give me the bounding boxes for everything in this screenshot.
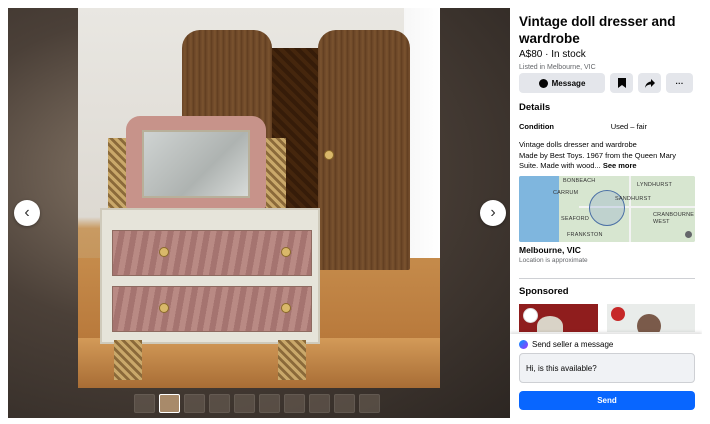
messenger-icon — [519, 340, 528, 349]
listing-photo[interactable] — [78, 8, 440, 388]
listing-detail-panel: Vintage doll dresser and wardrobe A$80 ·… — [510, 8, 702, 418]
location-name: Melbourne, VIC — [519, 245, 581, 255]
description-text: Suite. Made with wood... — [519, 161, 601, 170]
map-label: CARRUM — [553, 190, 579, 196]
map-road — [629, 176, 631, 242]
dresser-leg-left — [114, 340, 142, 380]
dresser-drawer-top — [112, 230, 312, 276]
dresser-body — [100, 208, 320, 344]
see-more-link[interactable]: See more — [603, 161, 637, 170]
location-map[interactable]: BONBEACH CARRUM LYNDHURST SANDHURST SEAF… — [519, 176, 695, 242]
thumbnail[interactable] — [359, 394, 380, 413]
listing-description: Vintage dolls dresser and wardrobe Made … — [519, 140, 697, 172]
divider — [519, 278, 695, 279]
dresser-side-lattice-right — [266, 138, 286, 218]
action-bar: Message ··· — [519, 73, 693, 93]
drawer-knob — [159, 247, 169, 257]
thumbnail-strip — [134, 394, 380, 414]
dresser-drawer-bottom — [112, 286, 312, 332]
map-label: LYNDHURST — [637, 182, 673, 188]
dresser-leg-right — [278, 340, 306, 380]
dresser-mirror — [142, 130, 250, 198]
drawer-knob — [159, 303, 169, 313]
drawer-knob — [281, 303, 291, 313]
message-button-label: Message — [551, 78, 586, 88]
image-viewer: ‹ › — [8, 8, 510, 418]
listing-location-line: Listed in Melbourne, VIC — [519, 64, 596, 71]
chevron-right-icon[interactable]: › — [480, 200, 506, 226]
chevron-left-icon[interactable]: ‹ — [14, 200, 40, 226]
ad-image — [537, 316, 563, 332]
drawer-knob — [281, 247, 291, 257]
send-button[interactable]: Send — [519, 391, 695, 410]
wardrobe-knob — [324, 150, 334, 160]
thumbnail[interactable] — [184, 394, 205, 413]
message-button[interactable]: Message — [519, 73, 605, 93]
description-line: Suite. Made with wood... See more — [519, 161, 697, 172]
more-icon: ··· — [675, 78, 684, 88]
condition-label: Condition — [519, 122, 554, 131]
more-options-button[interactable]: ··· — [666, 73, 693, 93]
listing-title: Vintage doll dresser and wardrobe — [519, 14, 676, 46]
dresser-side-lattice-left — [108, 138, 128, 218]
avatar — [523, 308, 538, 323]
map-info-icon[interactable] — [685, 231, 692, 238]
send-message-heading: Send seller a message — [532, 340, 614, 349]
wardrobe-right-door — [318, 30, 410, 270]
condition-row: Condition Used – fair — [519, 122, 695, 131]
map-label: SANDHURST — [615, 196, 652, 202]
description-line: Vintage dolls dresser and wardrobe — [519, 140, 637, 149]
bookmark-icon — [617, 78, 626, 88]
location-note: Location is approximate — [519, 257, 588, 264]
sponsored-ads — [519, 304, 695, 332]
thumbnail[interactable] — [209, 394, 230, 413]
thumbnail[interactable] — [309, 394, 330, 413]
map-label: FRANKSTON — [567, 232, 603, 238]
send-message-box: Send seller a message Send — [510, 334, 702, 418]
share-arrow-icon — [644, 78, 655, 88]
messenger-icon — [538, 78, 548, 88]
sponsored-ad-card[interactable] — [519, 304, 598, 332]
thumbnail[interactable] — [234, 394, 255, 413]
map-label: CRANBOURNE WEST — [653, 212, 695, 225]
thumbnail[interactable] — [334, 394, 355, 413]
details-heading: Details — [519, 102, 551, 113]
share-button[interactable] — [638, 73, 661, 93]
send-message-header: Send seller a message — [519, 340, 613, 349]
sponsored-heading: Sponsored — [519, 286, 569, 297]
thumbnail[interactable] — [134, 394, 155, 413]
listing-price-status: A$80 · In stock — [519, 49, 586, 60]
thumbnail[interactable] — [284, 394, 305, 413]
message-input[interactable] — [519, 353, 695, 383]
condition-value: Used – fair — [610, 122, 647, 131]
avatar — [611, 307, 625, 321]
map-label: SEAFORD — [561, 216, 589, 222]
description-line: Made by Best Toys. 1967 from the Queen M… — [519, 150, 677, 160]
save-button[interactable] — [610, 73, 633, 93]
sponsored-ad-card[interactable] — [607, 304, 695, 332]
thumbnail[interactable] — [259, 394, 280, 413]
map-label: BONBEACH — [563, 178, 596, 184]
ad-image — [637, 314, 661, 332]
thumbnail-active[interactable] — [159, 394, 180, 413]
